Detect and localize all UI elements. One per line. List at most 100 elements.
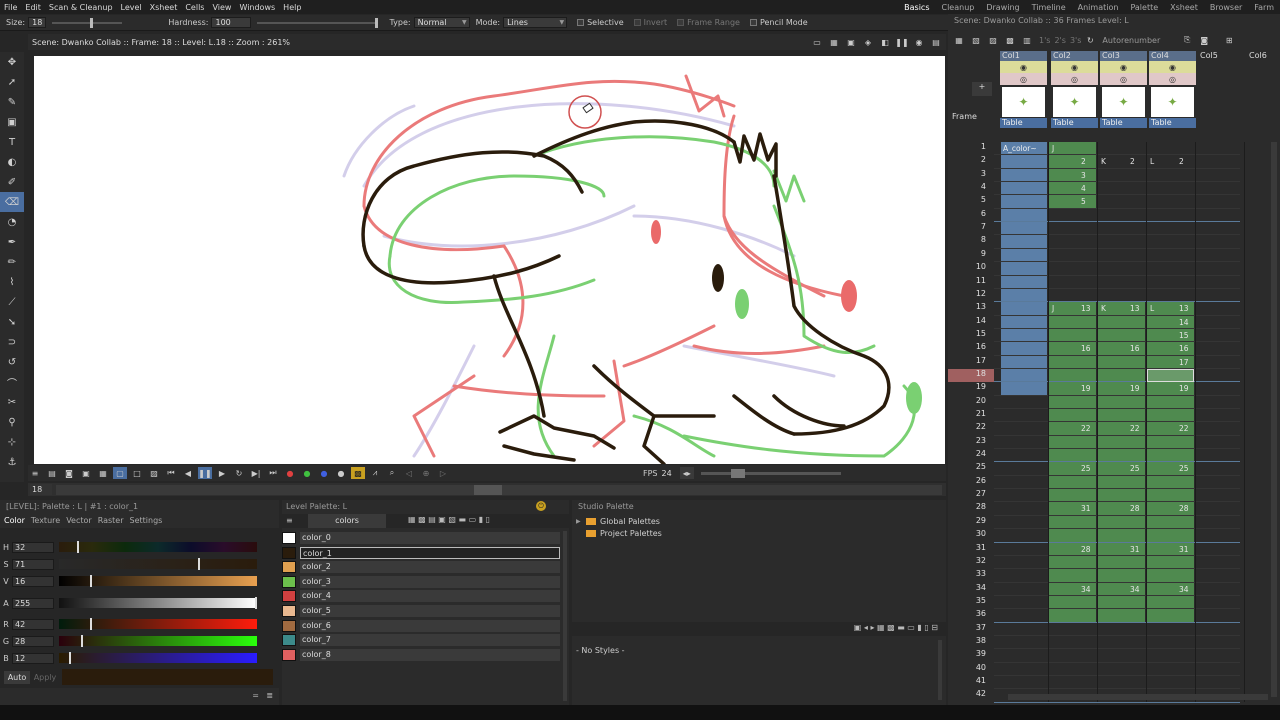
zoom-icon[interactable]: ⌕ <box>385 467 399 479</box>
rgb-picker-tool-icon[interactable]: ✏ <box>0 252 24 272</box>
eraser-tool-icon[interactable]: ⌫ <box>0 192 24 212</box>
drawing-canvas[interactable] <box>34 56 945 464</box>
safe-area-icon[interactable]: ▭ <box>810 36 824 48</box>
loop-icon[interactable]: ↻ <box>232 467 246 479</box>
mode-dropdown[interactable]: Lines ▼ <box>503 17 568 28</box>
apply-button[interactable]: Apply <box>32 671 58 684</box>
channel-value[interactable]: 28 <box>12 635 54 647</box>
hardness-slider[interactable] <box>257 17 379 28</box>
red-channel-icon[interactable]: ● <box>283 467 297 479</box>
tape-tool-icon[interactable]: ◔ <box>0 212 24 232</box>
first-frame-icon[interactable]: ⏮ <box>164 467 178 479</box>
frame-number[interactable]: 7 <box>948 222 994 235</box>
menu-item[interactable]: Scan & Cleanup <box>45 3 117 12</box>
alpha-channel-icon[interactable]: ● <box>334 467 348 479</box>
frame-number[interactable]: 19 <box>948 382 994 395</box>
frame-number[interactable]: 29 <box>948 516 994 529</box>
menu-icon[interactable]: ≡ <box>28 467 42 479</box>
channel-slider[interactable] <box>59 541 257 553</box>
size-field[interactable]: 18 <box>28 17 47 28</box>
style-tab[interactable]: Vector <box>66 516 92 525</box>
pinch-tool-icon[interactable]: ⟋ <box>0 292 24 312</box>
column-header-col6[interactable]: Col6 <box>1247 51 1280 139</box>
studio-palette-scrollbar[interactable] <box>938 640 942 700</box>
pump-tool-icon[interactable]: ➘ <box>0 312 24 332</box>
column-header-col3[interactable]: Col3 ◉ ◎ ✦ Table <box>1100 51 1147 139</box>
channel-slider[interactable] <box>59 597 257 609</box>
bender-tool-icon[interactable]: ↺ <box>0 352 24 372</box>
slider-handle[interactable] <box>90 618 92 630</box>
column-2-cells-top[interactable] <box>1049 142 1096 209</box>
frame-number[interactable]: 38 <box>948 636 994 649</box>
frame-number[interactable]: 42 <box>948 689 994 702</box>
channel-slider[interactable] <box>59 575 257 587</box>
frame-number[interactable]: 4 <box>948 182 994 195</box>
palette-menu-icon[interactable]: ≡ <box>286 516 293 525</box>
slider-handle[interactable] <box>69 652 71 664</box>
preview-toggle-icon[interactable]: ◉ <box>1100 61 1147 73</box>
palette-style-color_4[interactable]: color_4 <box>282 589 560 603</box>
palette-style-color_7[interactable]: color_7 <box>282 633 560 647</box>
type-dropdown[interactable]: Normal ▼ <box>413 17 470 28</box>
settings-menu-icon[interactable]: ≣ <box>266 691 273 700</box>
frame-number[interactable]: 20 <box>948 396 994 409</box>
column-header-col2[interactable]: Col2 ◉ ◎ ✦ Table <box>1051 51 1098 139</box>
pegbar-label[interactable]: Table <box>1051 118 1098 128</box>
next-frame-icon[interactable]: ▶| <box>249 467 263 479</box>
slider-handle[interactable] <box>255 597 257 609</box>
fps-stepper[interactable]: ◂▸ <box>679 467 694 479</box>
palette-scrollbar[interactable] <box>563 531 567 701</box>
frame-number[interactable]: 15 <box>948 329 994 342</box>
level-name-cell[interactable]: A_color~ <box>1003 144 1037 153</box>
frame-slider[interactable] <box>56 484 942 495</box>
frame-number[interactable]: 2 <box>948 155 994 168</box>
frame-number[interactable]: 14 <box>948 316 994 329</box>
pegbar-label[interactable]: Table <box>1100 118 1147 128</box>
frame-number[interactable]: 41 <box>948 676 994 689</box>
room-tab[interactable]: Xsheet <box>1164 3 1204 12</box>
type-tool-icon[interactable]: T <box>0 132 24 152</box>
frame-number[interactable]: 40 <box>948 663 994 676</box>
invert-checkbox[interactable] <box>633 19 641 26</box>
folder-global-palettes[interactable]: ▶ Global Palettes <box>576 515 662 527</box>
channel-slider[interactable] <box>59 618 257 630</box>
preview-toggle-icon[interactable]: ◉ <box>1051 61 1098 73</box>
pause-icon[interactable]: ❚❚ <box>198 467 212 479</box>
channel-value[interactable]: 42 <box>12 618 54 630</box>
preview-toggle-icon[interactable]: ◉ <box>1149 61 1196 73</box>
menu-item[interactable]: Windows <box>235 3 279 12</box>
collapse-icon[interactable]: = <box>252 691 259 700</box>
compare-icon[interactable]: ▣ <box>79 467 93 479</box>
auto-button[interactable]: Auto <box>4 670 30 684</box>
menu-item[interactable]: Level <box>117 3 146 12</box>
slider-handle[interactable] <box>198 558 200 570</box>
field-guide-icon[interactable]: ▦ <box>827 36 841 48</box>
frame-number[interactable]: 36 <box>948 609 994 622</box>
view-mode-icon[interactable]: ▦ ▩ ▤ ▣ ▧ ▬ ▭ ▮ ▯ <box>408 515 490 524</box>
blue-channel-icon[interactable]: ● <box>317 467 331 479</box>
column-1-cells[interactable] <box>1001 142 1047 396</box>
frame-number[interactable]: 9 <box>948 249 994 262</box>
menu-item[interactable]: View <box>208 3 235 12</box>
prev-frame-icon[interactable]: ◀ <box>181 467 195 479</box>
checkerboard-icon[interactable]: ▩ <box>351 467 365 479</box>
camstand-toggle-icon[interactable]: ◎ <box>1000 73 1047 85</box>
frame-number[interactable]: 27 <box>948 489 994 502</box>
camstand-toggle-icon[interactable]: ◎ <box>1051 73 1098 85</box>
style-picker-tool-icon[interactable]: ✒ <box>0 232 24 252</box>
palette-style-color_6[interactable]: color_6 <box>282 619 560 633</box>
frame-number[interactable]: 37 <box>948 623 994 636</box>
magnet-tool-icon[interactable]: ⊃ <box>0 332 24 352</box>
fill-tool-icon[interactable]: ◐ <box>0 152 24 172</box>
brush-tool-icon[interactable]: ✎ <box>0 92 24 112</box>
camstand-toggle-icon[interactable]: ◎ <box>1100 73 1147 85</box>
style-tab[interactable]: Color <box>4 516 25 525</box>
folder-project-palettes[interactable]: Project Palettes <box>576 527 662 539</box>
style-tab[interactable]: Settings <box>130 516 163 525</box>
channel-value[interactable]: 71 <box>12 558 54 570</box>
frame-number[interactable]: 35 <box>948 596 994 609</box>
slider-handle[interactable] <box>81 635 83 647</box>
frame-number[interactable]: 8 <box>948 235 994 248</box>
frame-number[interactable]: 30 <box>948 529 994 542</box>
frame-number[interactable]: 21 <box>948 409 994 422</box>
